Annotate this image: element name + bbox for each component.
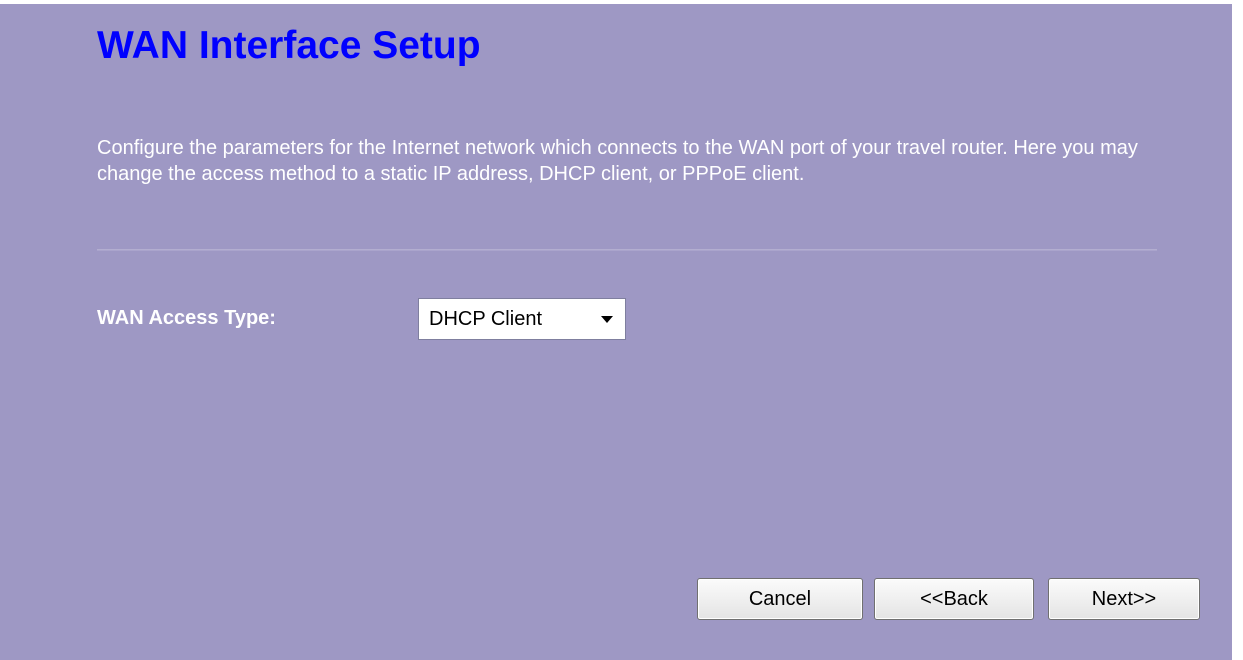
wizard-panel: WAN Interface Setup Configure the parame… — [0, 4, 1232, 660]
cancel-button[interactable]: Cancel — [697, 578, 863, 620]
next-button[interactable]: Next>> — [1048, 578, 1200, 620]
divider — [97, 249, 1157, 251]
page-title: WAN Interface Setup — [97, 24, 481, 67]
chevron-down-icon[interactable] — [601, 316, 613, 323]
wan-access-type-select[interactable]: DHCP Client — [418, 298, 626, 340]
back-button[interactable]: <<Back — [874, 578, 1034, 620]
wan-access-type-value: DHCP Client — [429, 308, 542, 330]
page-description: Configure the parameters for the Interne… — [97, 137, 1138, 185]
wan-access-type-label: WAN Access Type: — [97, 307, 276, 329]
